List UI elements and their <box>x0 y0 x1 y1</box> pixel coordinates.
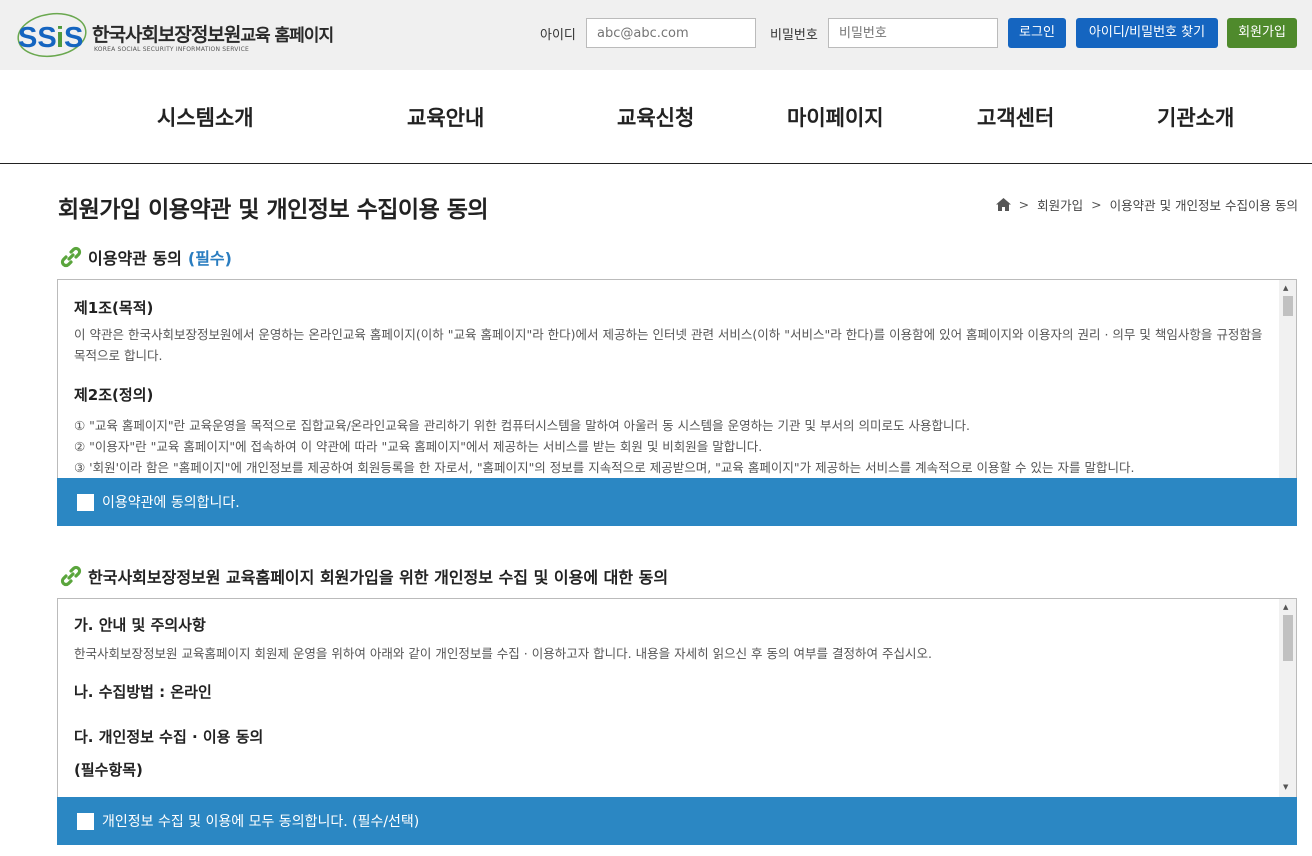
link-icon <box>60 565 82 587</box>
password-label: 비밀번호 <box>770 28 818 43</box>
terms-agree-checkbox[interactable] <box>77 493 94 511</box>
scroll-thumb[interactable] <box>1283 615 1293 661</box>
privacy-scrollbar[interactable]: ▲ ▼ <box>1279 599 1296 797</box>
svg-text:SS: SS <box>18 22 57 54</box>
nav-item-education-apply[interactable]: 교육신청 <box>617 102 694 132</box>
privacy-heading-text: 한국사회보장정보원 교육홈페이지 회원가입을 위한 개인정보 수집 및 이용에 … <box>88 568 669 587</box>
privacy-agree-checkbox[interactable] <box>77 812 94 830</box>
chevron-right-icon: > <box>1018 197 1030 212</box>
breadcrumb: > 회원가입 > 이용약관 및 개인정보 수집이용 동의 <box>995 195 1298 214</box>
svg-text:S: S <box>64 22 83 54</box>
privacy-section-subtitle: (필수항목) <box>74 761 143 779</box>
scroll-up-icon[interactable]: ▲ <box>1283 284 1288 292</box>
join-button[interactable]: 회원가입 <box>1227 18 1297 48</box>
required-badge: (필수) <box>187 249 232 268</box>
article-1-title: 제1조(목적) <box>74 299 154 317</box>
privacy-section-text: 한국사회보장정보원 교육홈페이지 회원제 운영을 위하여 아래와 같이 개인정보… <box>74 646 932 661</box>
id-label: 아이디 <box>540 28 576 43</box>
terms-heading-text: 이용약관 동의 <box>88 249 182 268</box>
link-icon <box>60 246 82 268</box>
privacy-section-title: 가. 안내 및 주의사항 <box>74 616 206 634</box>
article-2-item: ② "이용자"란 "교육 홈페이지"에 접속하여 이 약관에 따라 "교육 홈페… <box>74 439 763 454</box>
article-2-item: ③ '회원'이라 함은 "홈페이지"에 개인정보를 제공하여 회원등록을 한 자… <box>74 460 1135 475</box>
find-id-password-button[interactable]: 아이디/비밀번호 찾기 <box>1076 18 1218 48</box>
main-nav: 시스템소개 교육안내 교육신청 마이페이지 고객센터 기관소개 <box>0 70 1312 164</box>
home-icon[interactable] <box>995 198 1011 211</box>
nav-item-customer-center[interactable]: 고객센터 <box>977 102 1054 132</box>
ssis-logo-icon: SS i S <box>17 12 87 58</box>
privacy-agree-label[interactable]: 개인정보 수집 및 이용에 모두 동의합니다. (필수/선택) <box>102 811 419 831</box>
article-1-text: 이 약관은 한국사회보장정보원에서 운영하는 온라인교육 홈페이지(이하 "교육… <box>74 327 1263 363</box>
logo-title-suffix: 교육 홈페이지 <box>240 26 334 46</box>
nav-item-mypage[interactable]: 마이페이지 <box>787 102 884 132</box>
scroll-thumb[interactable] <box>1283 296 1293 316</box>
terms-scrollbar[interactable]: ▲ <box>1279 280 1296 478</box>
top-bar: SS i S 한국사회보장정보원교육 홈페이지 KOREA SOCIAL SEC… <box>0 0 1312 70</box>
logo-subtitle: KOREA SOCIAL SECURITY INFORMATION SERVIC… <box>94 46 249 53</box>
terms-content-box[interactable]: 제1조(목적) 이 약관은 한국사회보장정보원에서 운영하는 온라인교육 홈페이… <box>57 279 1297 479</box>
privacy-heading: 한국사회보장정보원 교육홈페이지 회원가입을 위한 개인정보 수집 및 이용에 … <box>60 564 668 588</box>
id-input[interactable] <box>586 18 756 48</box>
chevron-right-icon: > <box>1091 197 1102 212</box>
privacy-agree-bar[interactable]: 개인정보 수집 및 이용에 모두 동의합니다. (필수/선택) <box>57 797 1297 845</box>
logo-title: 한국사회보장정보원교육 홈페이지 <box>92 24 334 46</box>
terms-agree-label[interactable]: 이용약관에 동의합니다. <box>102 492 240 512</box>
breadcrumb-item-current: 이용약관 및 개인정보 수집이용 동의 <box>1109 198 1298 213</box>
scroll-up-icon[interactable]: ▲ <box>1283 603 1288 611</box>
login-button[interactable]: 로그인 <box>1008 18 1066 48</box>
site-logo[interactable]: SS i S 한국사회보장정보원교육 홈페이지 KOREA SOCIAL SEC… <box>16 12 376 58</box>
scroll-down-icon[interactable]: ▼ <box>1283 783 1288 791</box>
article-2-item: ① "교육 홈페이지"란 교육운영을 목적으로 집합교육/온라인교육을 관리하기… <box>74 418 970 433</box>
privacy-section-title: 나. 수집방법 : 온라인 <box>74 683 212 701</box>
breadcrumb-item-join[interactable]: 회원가입 <box>1037 195 1083 214</box>
privacy-content-box[interactable]: 가. 안내 및 주의사항 한국사회보장정보원 교육홈페이지 회원제 운영을 위하… <box>57 598 1297 798</box>
nav-item-org-intro[interactable]: 기관소개 <box>1157 102 1234 132</box>
page-title: 회원가입 이용약관 및 개인정보 수집이용 동의 <box>58 197 489 223</box>
svg-text:i: i <box>56 22 64 54</box>
nav-item-system-intro[interactable]: 시스템소개 <box>157 102 254 132</box>
terms-heading: 이용약관 동의 (필수) <box>60 245 232 269</box>
terms-agree-bar[interactable]: 이용약관에 동의합니다. <box>57 478 1297 526</box>
password-input[interactable] <box>828 18 998 48</box>
nav-item-education-info[interactable]: 교육안내 <box>407 102 484 132</box>
privacy-section-title: 다. 개인정보 수집 · 이용 동의 <box>74 728 264 746</box>
article-2-title: 제2조(정의) <box>74 386 154 404</box>
